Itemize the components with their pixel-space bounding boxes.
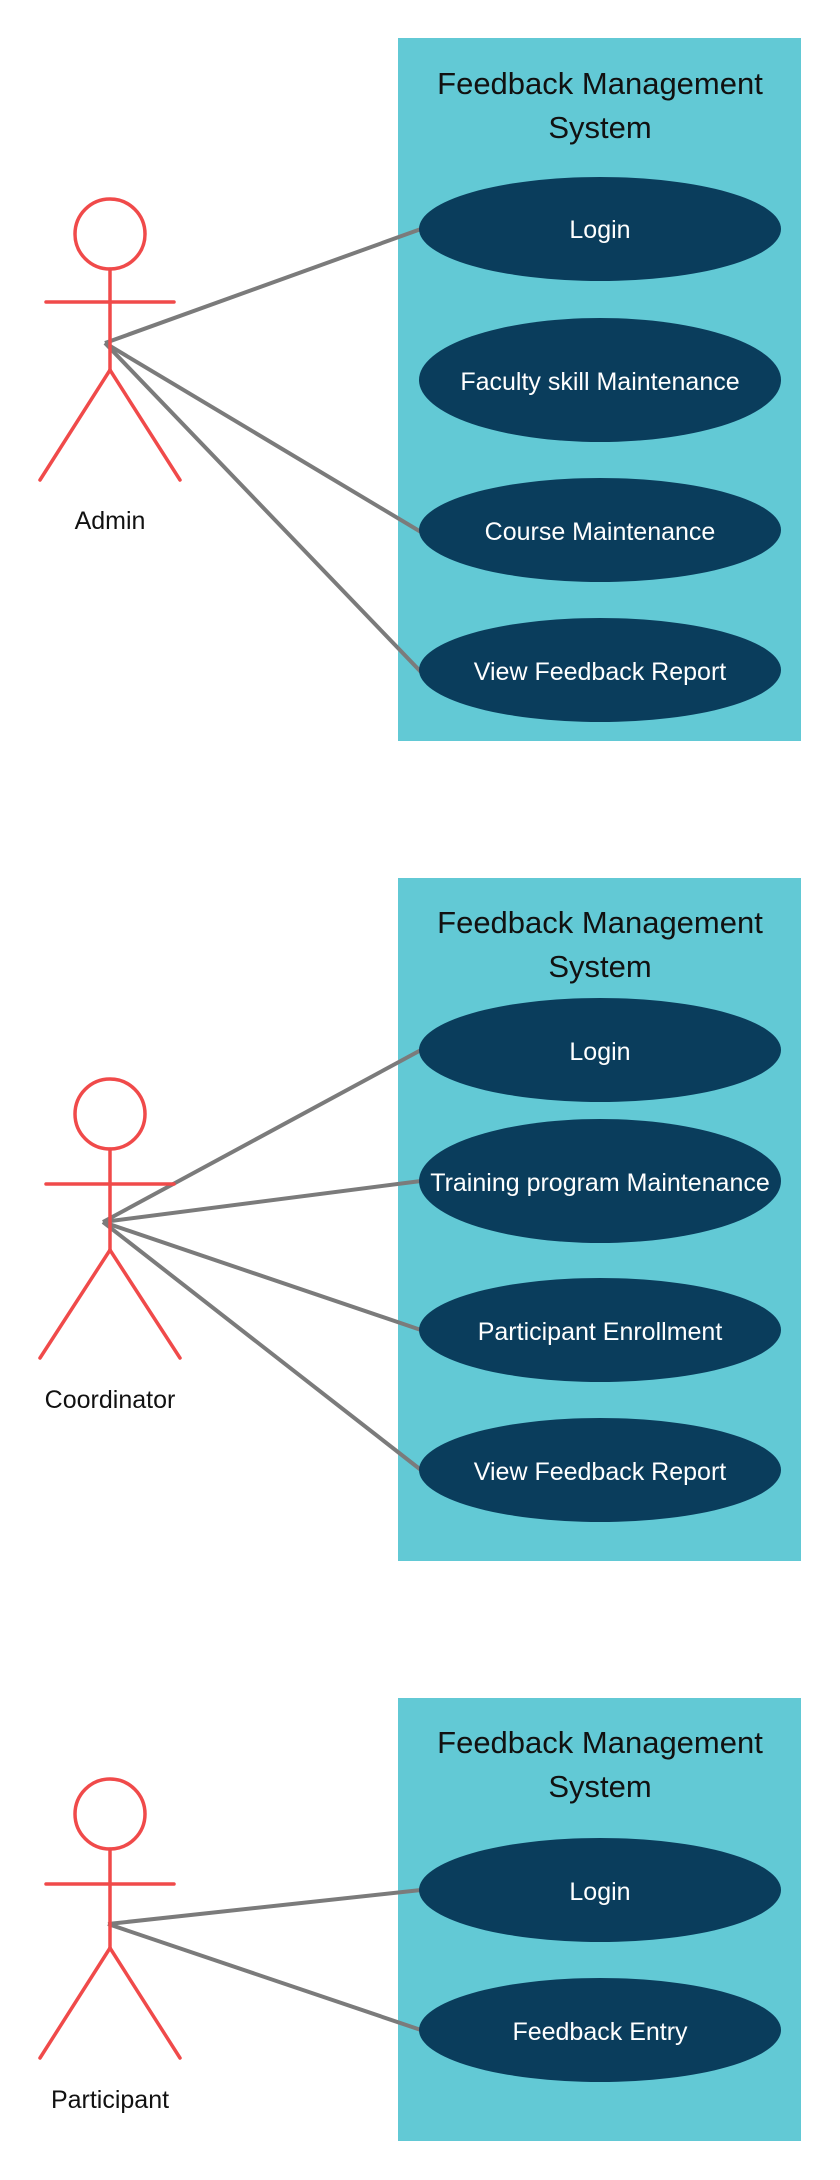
admin-diagram: Feedback Management System Login Faculty… [38,38,801,741]
actor-head [73,1077,147,1151]
system-title-line-2: System [548,949,651,984]
use-case-course-maintenance-label: Course Maintenance [485,518,716,546]
use-case-diagrams: Feedback Management System Login Faculty… [38,38,801,2141]
use-case-login-label: Login [569,1038,630,1066]
use-case-view-feedback-report-label: View Feedback Report [474,658,727,686]
association-coordinator-view-feedback-report [101,1220,423,1472]
actor-participant-label: Participant [51,2086,169,2114]
system-title-line-2: System [548,1769,651,1804]
actor-admin-label: Admin [75,507,146,535]
actor-head [73,1777,147,1851]
actor-coordinator-figure [38,1077,182,1360]
use-case-login-label: Login [569,216,630,244]
association-participant-feedback-entry [107,1922,422,2032]
association-coordinator-login [102,1048,422,1224]
actor-left-leg [38,1946,112,2060]
association-coordinator-training-program-maintenance [102,1179,422,1224]
actor-right-leg [108,1946,182,2060]
use-case-login-label: Login [569,1878,630,1906]
association-participant-login [107,1888,422,1926]
use-case-faculty-skill-maintenance-label: Faculty skill Maintenance [460,368,739,396]
coordinator-diagram: Feedback Management System Login Trainin… [38,878,801,1561]
use-case-participant-enrollment-label: Participant Enrollment [478,1318,723,1346]
system-title-line-1: Feedback Management [437,1725,763,1760]
use-case-training-program-maintenance-label: Training program Maintenance [430,1169,770,1197]
use-case-feedback-entry-label: Feedback Entry [512,2018,688,2046]
actor-left-leg [38,1248,112,1360]
system-title-line-1: Feedback Management [437,66,763,101]
system-title-line-2: System [548,110,651,145]
use-case-view-feedback-report-label: View Feedback Report [474,1458,727,1486]
association-admin-login [104,227,422,345]
participant-diagram: Feedback Management System Login Feedbac… [38,1698,801,2141]
system-title-line-1: Feedback Management [437,905,763,940]
actor-head [73,197,147,271]
actor-left-leg [38,368,112,482]
actor-coordinator-label: Coordinator [45,1386,176,1414]
association-admin-view-feedback-report [103,341,423,674]
actor-right-leg [108,1248,182,1360]
actor-admin-figure [38,197,182,482]
